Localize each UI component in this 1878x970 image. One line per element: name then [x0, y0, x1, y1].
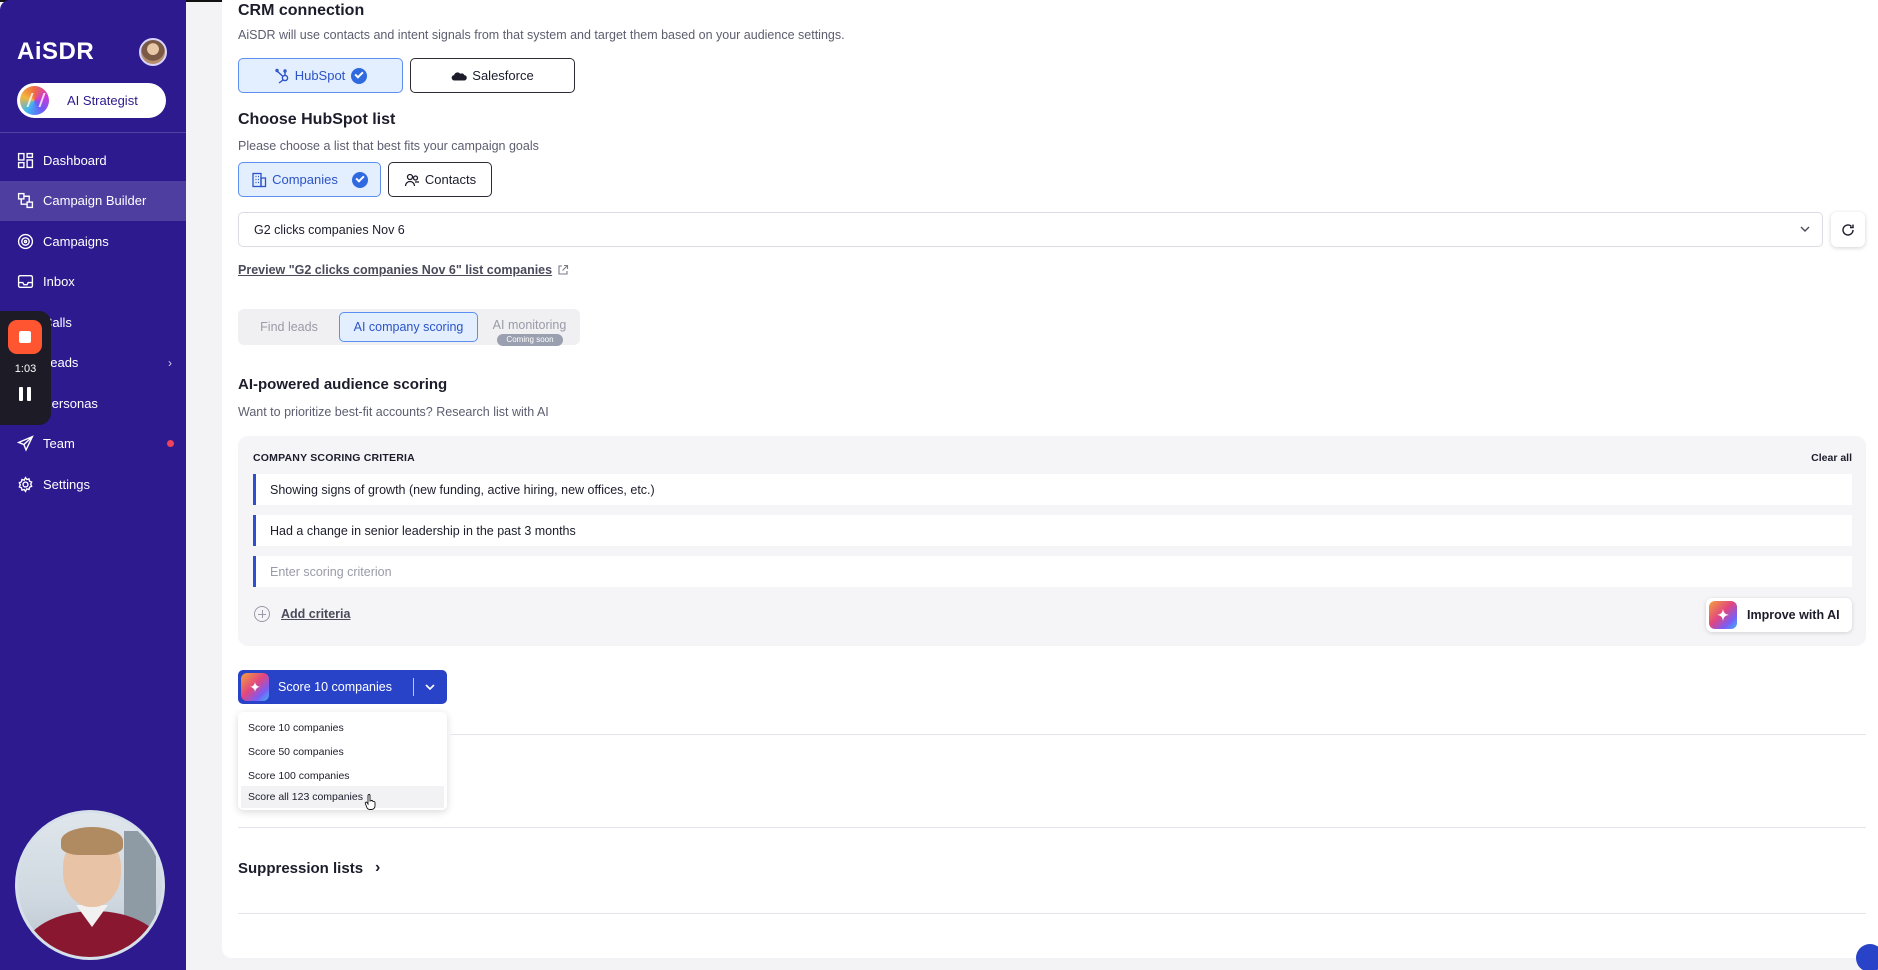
scoring-criteria-header: COMPANY SCORING CRITERIA	[253, 452, 415, 464]
preview-list-link-text: Preview "G2 clicks companies Nov 6" list…	[238, 263, 553, 277]
sidebar-item-label: Inbox	[43, 274, 75, 290]
selected-list-value: G2 clicks companies Nov 6	[254, 222, 405, 237]
webcam-bubble[interactable]	[15, 810, 165, 960]
sidebar-divider	[0, 132, 186, 133]
improve-with-ai-button[interactable]: ✦ Improve with AI	[1706, 598, 1852, 632]
gear-icon	[17, 475, 34, 493]
hubspot-button[interactable]: HubSpot	[238, 58, 403, 93]
scoring-criteria-box: COMPANY SCORING CRITERIA Clear all Showi…	[238, 436, 1866, 646]
pause-recording-button[interactable]	[19, 387, 31, 401]
scoring-title: AI-powered audience scoring	[238, 376, 448, 393]
add-criteria-label: Add criteria	[281, 607, 351, 621]
crm-connection-title: CRM connection	[238, 2, 365, 19]
user-avatar[interactable]	[139, 38, 167, 66]
building-icon	[252, 172, 267, 187]
score-button-label: Score 10 companies	[278, 680, 392, 694]
sidebar-item-inbox[interactable]: Inbox	[0, 262, 186, 303]
menu-item-score-all[interactable]: Score all 123 companies	[241, 786, 444, 808]
add-criteria-button[interactable]: Add criteria	[254, 606, 350, 622]
ai-strategist-label: AI Strategist	[67, 93, 138, 108]
contacts-button[interactable]: Contacts	[388, 162, 492, 197]
dashboard-icon	[17, 152, 34, 169]
stop-recording-button[interactable]	[8, 320, 42, 354]
sparkle-icon: ✦	[241, 673, 269, 701]
chevron-down-icon[interactable]	[423, 680, 437, 694]
choose-list-title: Choose HubSpot list	[238, 111, 396, 128]
hubspot-list-select[interactable]: G2 clicks companies Nov 6	[238, 212, 1823, 247]
chevron-right-icon: ›	[375, 859, 381, 876]
sidebar-item-campaigns[interactable]: Campaigns	[0, 221, 186, 262]
audience-tabs: Find leads AI company scoring AI monitor…	[238, 309, 580, 346]
suppression-lists-title: Suppression lists	[238, 859, 364, 877]
sidebar-item-campaign-builder[interactable]: Campaign Builder	[0, 180, 186, 221]
check-icon	[351, 67, 368, 84]
preview-list-link[interactable]: Preview "G2 clicks companies Nov 6" list…	[238, 263, 569, 277]
improve-with-ai-label: Improve with AI	[1747, 608, 1840, 622]
scoring-criterion-1[interactable]: Showing signs of growth (new funding, ac…	[253, 474, 1852, 505]
section-divider	[450, 734, 1866, 735]
crm-connection-description: AiSDR will use contacts and intent signa…	[238, 28, 845, 42]
refresh-list-button[interactable]	[1831, 212, 1865, 247]
menu-item-score-50[interactable]: Score 50 companies	[241, 741, 444, 763]
brand-logo[interactable]: AiSDR	[17, 38, 94, 66]
sparkle-icon: ✦	[1709, 601, 1737, 629]
scoring-criterion-input[interactable]: Enter scoring criterion	[253, 556, 1852, 587]
choose-list-description: Please choose a list that best fits your…	[238, 139, 539, 153]
check-icon	[351, 171, 368, 188]
clear-all-button[interactable]: Clear all	[1811, 452, 1852, 464]
sidebar-item-label: Personas	[43, 395, 98, 411]
score-options-menu: Score 10 companies Score 50 companies Sc…	[238, 712, 447, 810]
recording-timer: 1:03	[14, 363, 37, 375]
webcam-person-hair	[61, 827, 123, 855]
inbox-icon	[17, 273, 34, 290]
salesforce-label: Salesforce	[472, 68, 534, 83]
sidebar-item-label: Campaign Builder	[43, 193, 147, 209]
sidebar-item-label: Campaigns	[43, 233, 109, 249]
external-link-icon	[558, 264, 569, 275]
salesforce-button[interactable]: Salesforce	[410, 58, 575, 93]
section-divider	[238, 827, 1866, 828]
refresh-icon	[1842, 223, 1854, 236]
section-divider	[238, 913, 1866, 914]
contacts-icon	[404, 173, 419, 186]
hubspot-icon	[275, 68, 289, 84]
plus-circle-icon	[254, 606, 270, 622]
chevron-down-icon	[1800, 226, 1810, 232]
sidebar-item-label: Team	[43, 436, 75, 452]
sidebar-item-label: Dashboard	[43, 152, 107, 168]
hand-cursor-icon	[364, 794, 376, 810]
suppression-lists-toggle[interactable]: Suppression lists ›	[238, 859, 380, 877]
menu-item-score-100[interactable]: Score 100 companies	[241, 765, 444, 787]
companies-button[interactable]: Companies	[238, 162, 381, 197]
sidebar-item-settings[interactable]: Settings	[0, 464, 186, 505]
scoring-criterion-2[interactable]: Had a change in senior leadership in the…	[253, 515, 1852, 546]
hubspot-label: HubSpot	[294, 68, 346, 83]
companies-label: Companies	[272, 172, 338, 187]
ai-strategist-button[interactable]: AI Strategist	[17, 83, 166, 118]
notification-dot	[167, 440, 174, 448]
sidebar-item-team[interactable]: Team	[0, 424, 186, 465]
tab-ai-company-scoring[interactable]: AI company scoring	[339, 312, 478, 342]
campaign-builder-icon	[17, 192, 34, 209]
screen-recorder-widget: 1:03	[0, 311, 51, 425]
chat-support-button[interactable]	[1856, 944, 1878, 970]
coming-soon-badge: Coming soon	[497, 334, 563, 346]
tab-find-leads[interactable]: Find leads	[241, 312, 337, 342]
chevron-right-icon: ›	[168, 355, 172, 370]
sidebar-item-dashboard[interactable]: Dashboard	[0, 140, 186, 181]
score-companies-button[interactable]: ✦ Score 10 companies	[238, 670, 447, 704]
menu-item-score-10[interactable]: Score 10 companies	[241, 717, 444, 739]
ai-orb-icon	[20, 86, 49, 115]
button-separator	[413, 678, 414, 696]
contacts-label: Contacts	[424, 172, 477, 187]
salesforce-cloud-icon	[451, 71, 468, 80]
target-icon	[17, 233, 34, 250]
sidebar-item-label: Settings	[43, 476, 90, 492]
send-icon	[17, 435, 34, 452]
scoring-description: Want to prioritize best-fit accounts? Re…	[238, 405, 549, 419]
